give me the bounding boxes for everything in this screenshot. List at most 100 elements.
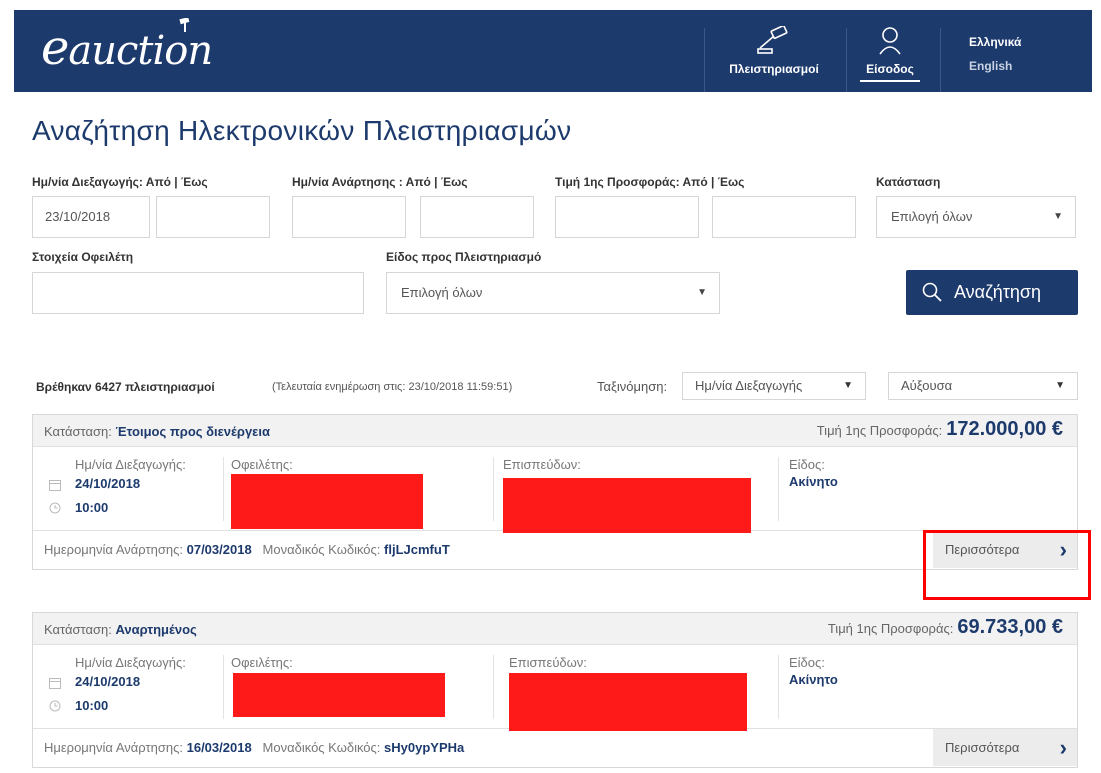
redacted-creditor	[509, 673, 747, 731]
sort-order-value: Αύξουσα	[901, 378, 953, 393]
card-body: Ημ/νία Διεξαγωγής: 24/10/2018 10:00 Οφει…	[33, 447, 1077, 533]
date-label: Ημ/νία Διεξαγωγής:	[75, 655, 186, 670]
nav-login[interactable]: Είσοδος	[860, 26, 920, 82]
code-value: sHy0ypYPHa	[384, 740, 465, 755]
card-header: Κατάσταση: Έτοιμος προς διενέργεια Τιμή …	[33, 415, 1077, 447]
card-header: Κατάσταση: Αναρτημένος Τιμή 1ης Προσφορά…	[33, 613, 1077, 645]
price-filter-label: Τιμή 1ης Προσφοράς: Από | Έως	[555, 175, 745, 189]
type-filter-label: Είδος προς Πλειστηριασμό	[386, 250, 542, 264]
card-footer: Ημερομηνία Ανάρτησης: 16/03/2018 Μοναδικ…	[33, 729, 1077, 767]
sort-field-select[interactable]: Ημ/νία Διεξαγωγής ▼	[682, 372, 866, 400]
date-from-input[interactable]: 23/10/2018	[32, 196, 150, 238]
card-body: Ημ/νία Διεξαγωγής: 24/10/2018 10:00 Οφει…	[33, 645, 1077, 731]
posted-label: Ημερομηνία Ανάρτησης:	[44, 740, 183, 755]
search-button[interactable]: Αναζήτηση	[906, 270, 1078, 315]
card-meta: Ημερομηνία Ανάρτησης: 07/03/2018 Μοναδικ…	[44, 542, 450, 557]
page-title: Αναζήτηση Ηλεκτρονικών Πλειστηριασμών	[32, 115, 572, 146]
header-divider	[846, 28, 847, 92]
price-to-input[interactable]	[712, 196, 856, 238]
auction-card: Κατάσταση: Αναρτημένος Τιμή 1ης Προσφορά…	[32, 612, 1078, 768]
posted-filter-label: Ημ/νία Ανάρτησης : Από | Έως	[292, 175, 468, 189]
creditor-label: Επισπεύδων:	[509, 655, 587, 670]
code-value: fljLJcmfuT	[384, 542, 450, 557]
dropdown-arrow-icon: ▼	[843, 380, 853, 391]
more-button-label: Περισσότερα	[945, 740, 1020, 755]
lang-english[interactable]: English	[969, 54, 1021, 78]
header-divider	[940, 28, 941, 92]
price-label: Τιμή 1ης Προσφοράς:	[816, 423, 943, 438]
time-value: 10:00	[75, 698, 109, 713]
column-divider	[493, 457, 494, 521]
dropdown-arrow-icon: ▼	[1055, 380, 1065, 391]
date-to-input[interactable]	[156, 196, 270, 238]
price-from-input[interactable]	[555, 196, 699, 238]
active-underline	[860, 80, 920, 82]
card-meta: Ημερομηνία Ανάρτησης: 16/03/2018 Μοναδικ…	[44, 740, 464, 755]
logo-text: auction	[68, 28, 213, 74]
price-line: Τιμή 1ης Προσφοράς: 172.000,00 €	[817, 418, 1063, 441]
nav-auctions-label: Πλειστηριασμοί	[729, 62, 819, 76]
column-divider	[778, 655, 779, 719]
posted-to-input[interactable]	[420, 196, 534, 238]
status-value: Έτοιμος προς διενέργεια	[115, 424, 270, 439]
header-divider	[704, 28, 705, 92]
sort-field-value: Ημ/νία Διεξαγωγής	[695, 378, 803, 393]
user-icon	[879, 27, 901, 55]
redacted-debtor	[233, 673, 445, 717]
type-label: Είδος:	[789, 457, 825, 472]
status-select-value: Επιλογή όλων	[891, 209, 973, 224]
code-label: Μοναδικός Κωδικός:	[262, 542, 381, 557]
dropdown-arrow-icon: ▼	[1053, 211, 1063, 222]
search-icon	[922, 282, 942, 302]
status-label: Κατάσταση:	[44, 622, 112, 637]
type-select-value: Επιλογή όλων	[401, 285, 483, 300]
debtor-filter-label: Στοιχεία Οφειλέτη	[32, 250, 134, 264]
date-filter-label: Ημ/νία Διεξαγωγής: Από | Έως	[32, 175, 208, 189]
posted-value: 07/03/2018	[186, 542, 252, 557]
chevron-right-icon: ›	[1059, 735, 1067, 760]
clock-icon	[49, 700, 61, 712]
status-line: Κατάσταση: Αναρτημένος	[44, 622, 197, 637]
highlight-box	[923, 530, 1091, 600]
results-count: Βρέθηκαν 6427 πλειστηριασμοί	[36, 380, 215, 394]
nav-login-label: Είσοδος	[866, 62, 914, 76]
nav-auctions[interactable]: Πλειστηριασμοί	[708, 26, 840, 76]
card-footer: Ημερομηνία Ανάρτησης: 07/03/2018 Μοναδικ…	[33, 531, 1077, 569]
calendar-icon	[49, 678, 61, 689]
price-value: 69.733,00 €	[957, 616, 1063, 638]
more-button[interactable]: Περισσότερα ›	[933, 729, 1077, 766]
sort-label: Ταξινόμηση:	[597, 379, 668, 394]
date-value: 24/10/2018	[75, 674, 141, 689]
logo-e: e	[41, 20, 69, 76]
date-label: Ημ/νία Διεξαγωγής:	[75, 457, 186, 472]
logo-gavel-icon	[179, 18, 190, 32]
top-header: eauction Πλειστηριασμοί Είσοδος Ελληνικά…	[14, 10, 1092, 92]
type-label: Είδος:	[789, 655, 825, 670]
posted-from-input[interactable]	[292, 196, 406, 238]
type-value: Ακίνητο	[789, 474, 838, 489]
language-switcher: Ελληνικά English	[969, 30, 1021, 78]
redacted-debtor	[231, 474, 423, 529]
status-label: Κατάσταση:	[44, 424, 112, 439]
sort-order-select[interactable]: Αύξουσα ▼	[888, 372, 1078, 400]
search-button-label: Αναζήτηση	[954, 282, 1041, 302]
status-value: Αναρτημένος	[115, 622, 197, 637]
status-select[interactable]: Επιλογή όλων ▼	[876, 196, 1076, 238]
dropdown-arrow-icon: ▼	[697, 287, 707, 298]
price-line: Τιμή 1ης Προσφοράς: 69.733,00 €	[828, 616, 1063, 639]
last-updated: (Τελευταία ενημέρωση στις: 23/10/2018 11…	[272, 381, 513, 393]
status-filter-label: Κατάσταση	[876, 175, 941, 189]
posted-value: 16/03/2018	[186, 740, 252, 755]
debtor-input[interactable]	[32, 272, 364, 314]
column-divider	[223, 457, 224, 521]
column-divider	[493, 655, 494, 719]
type-value: Ακίνητο	[789, 672, 838, 687]
price-value: 172.000,00 €	[946, 418, 1063, 440]
gavel-icon	[757, 26, 788, 54]
redacted-creditor	[503, 478, 751, 533]
code-label: Μοναδικός Κωδικός:	[262, 740, 381, 755]
price-label: Τιμή 1ης Προσφοράς:	[827, 621, 954, 636]
clock-icon	[49, 502, 61, 514]
lang-greek[interactable]: Ελληνικά	[969, 30, 1021, 54]
type-select[interactable]: Επιλογή όλων ▼	[386, 272, 720, 314]
